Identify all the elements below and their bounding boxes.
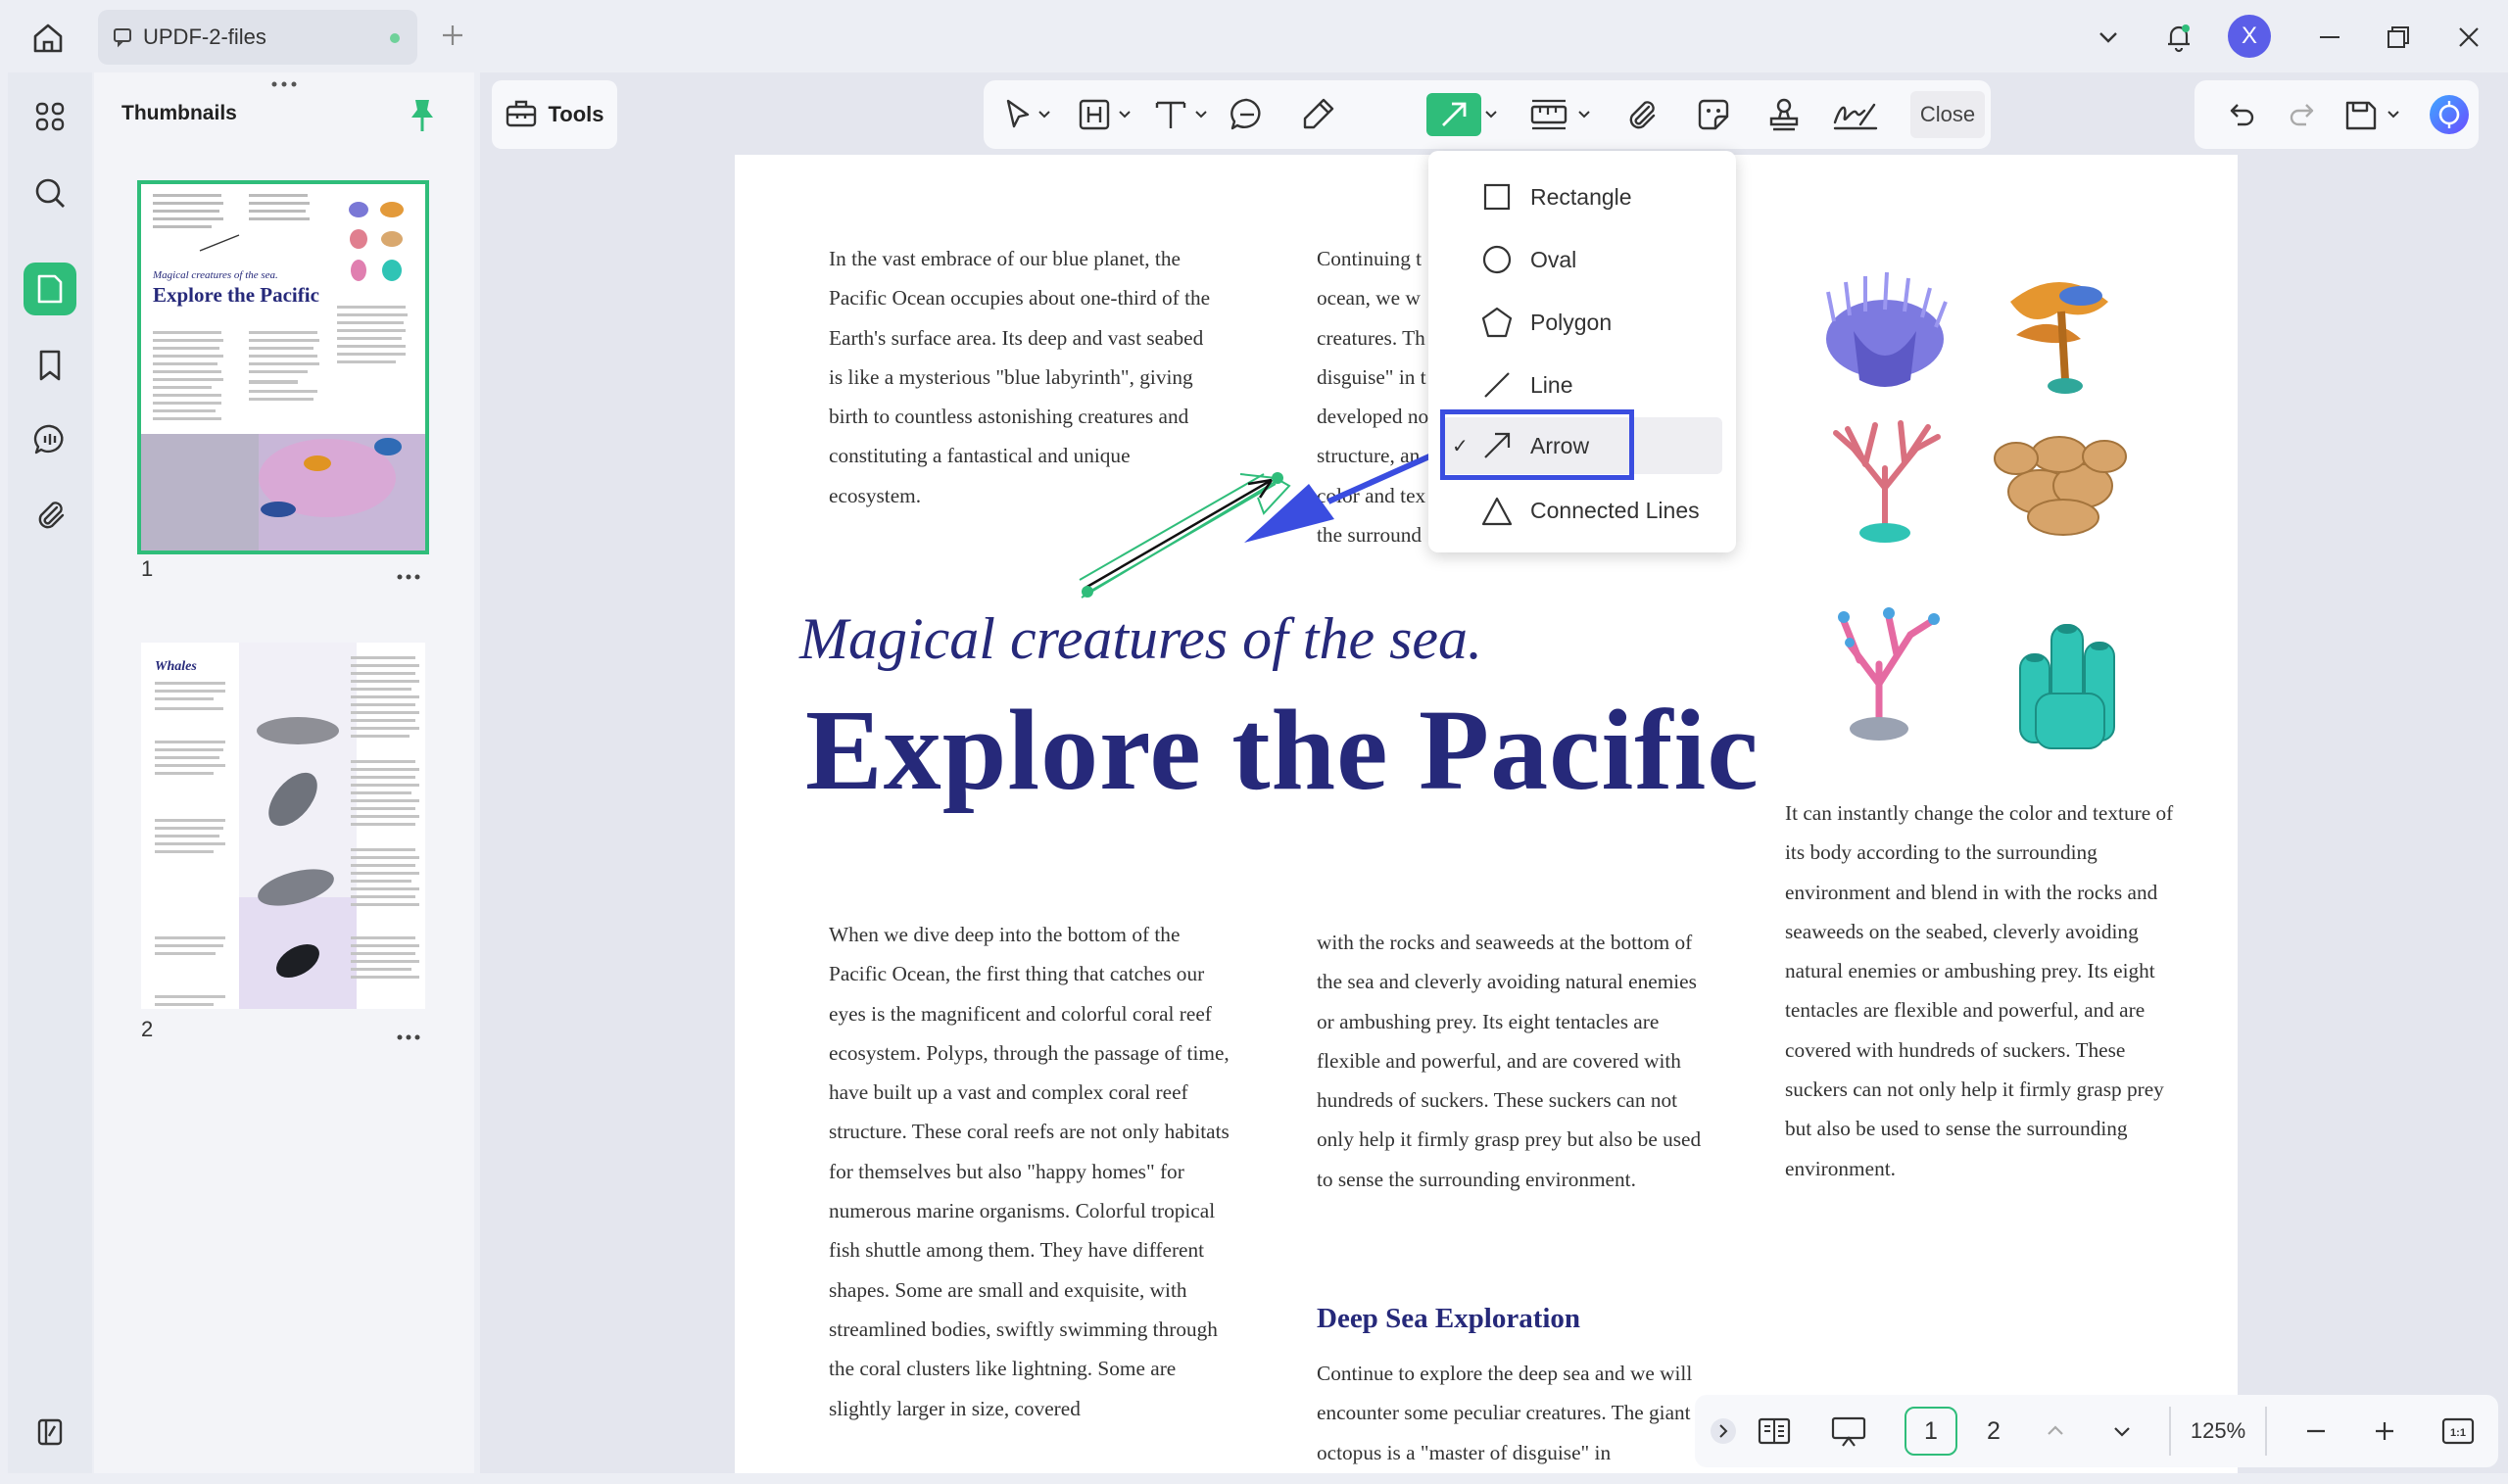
reading-mode-icon[interactable] xyxy=(1750,1407,1799,1456)
add-tab-icon[interactable] xyxy=(437,20,468,51)
thumbnail-heading: Whales xyxy=(155,659,197,674)
save-icon[interactable] xyxy=(2341,93,2414,136)
previous-page-icon[interactable] xyxy=(2036,1407,2075,1456)
layers-icon[interactable] xyxy=(24,1405,76,1458)
text-tool-icon[interactable] xyxy=(1150,93,1219,136)
menu-item-connected-lines[interactable]: Connected Lines xyxy=(1428,482,1736,539)
page-headline: Explore the Pacific xyxy=(805,686,1760,814)
selection-highlight-box xyxy=(1440,409,1634,480)
redo-icon[interactable] xyxy=(2281,93,2324,136)
unsaved-indicator xyxy=(390,33,400,43)
menu-item-label: Connected Lines xyxy=(1530,497,1700,523)
toolbox-icon xyxy=(505,97,538,133)
thumbnail-page-1-preview: Magical creatures of the sea. Explore th… xyxy=(141,194,425,551)
document-tab-icon xyxy=(112,26,133,48)
menu-item-oval[interactable]: Oval xyxy=(1428,231,1736,288)
body-paragraph-col3: It can instantly change the color and te… xyxy=(1785,801,2174,1180)
thumbnail-subtitle: Magical creatures of the sea. xyxy=(152,269,278,281)
highlighter-tool-icon[interactable] xyxy=(1295,93,1340,136)
ai-assistant-icon[interactable] xyxy=(2426,93,2473,136)
avatar[interactable]: X xyxy=(2228,15,2271,58)
oval-icon xyxy=(1479,242,1515,277)
body-paragraph-col1: When we dive deep into the bottom of the… xyxy=(829,923,1230,1420)
bookmark-icon[interactable] xyxy=(24,339,76,392)
comment-tool-icon[interactable] xyxy=(1225,93,1270,136)
shape-menu: Rectangle Oval Polygon Line ✓ Arrow Conn… xyxy=(1428,151,1736,552)
left-icon-rail xyxy=(8,72,92,1473)
thumbnail-page-1[interactable]: Magical creatures of the sea. Explore th… xyxy=(137,180,429,554)
presentation-icon[interactable] xyxy=(1822,1407,1875,1456)
menu-item-label: Polygon xyxy=(1530,309,1613,335)
annotation-toolbar: Close xyxy=(984,80,1991,149)
zoom-in-icon[interactable] xyxy=(2365,1407,2404,1456)
rectangle-icon xyxy=(1479,179,1515,215)
undo-icon[interactable] xyxy=(2220,93,2263,136)
attachment-icon[interactable] xyxy=(24,488,76,541)
panel-title: Thumbnails xyxy=(121,102,237,124)
menu-item-label: Line xyxy=(1530,371,1573,398)
line-icon xyxy=(1479,367,1515,403)
page-1-button[interactable]: 1 xyxy=(1905,1407,1957,1456)
sticker-tool-icon[interactable] xyxy=(1691,93,1736,136)
minimize-icon[interactable] xyxy=(2310,18,2349,57)
history-toolbar xyxy=(2194,80,2479,149)
panel-drag-handle[interactable] xyxy=(266,76,302,87)
expand-icon[interactable] xyxy=(1709,1407,1738,1456)
attach-tool-icon[interactable] xyxy=(1618,93,1664,136)
page-2-button[interactable]: 2 xyxy=(1967,1407,2020,1456)
document-tab-title: UPDF-2-files xyxy=(143,24,266,49)
shape-arrow-tool-icon[interactable] xyxy=(1426,93,1481,136)
actual-size-button[interactable]: 1:1 xyxy=(2436,1407,2481,1456)
menu-item-label: Rectangle xyxy=(1530,183,1632,210)
menu-item-polygon[interactable]: Polygon xyxy=(1428,294,1736,351)
zoom-out-icon[interactable] xyxy=(2296,1407,2336,1456)
close-window-icon[interactable] xyxy=(2449,18,2488,57)
shape-dropdown-chevron-icon[interactable] xyxy=(1481,93,1501,136)
select-tool-icon[interactable] xyxy=(997,93,1062,136)
actual-size-label: 1:1 xyxy=(2450,1427,2466,1439)
menu-item-label: Oval xyxy=(1530,246,1577,272)
document-tab[interactable]: UPDF-2-files xyxy=(98,10,417,65)
page-subtitle: Magical creatures of the sea. xyxy=(799,606,1483,671)
section-paragraph: Continue to explore the deep sea and we … xyxy=(1317,1362,1693,1464)
thumbnail-page-number: 2 xyxy=(141,1017,154,1041)
search-icon[interactable] xyxy=(24,167,76,219)
text-box-tool-icon[interactable] xyxy=(1074,93,1142,136)
thumbnail-page-2-preview: Whales xyxy=(155,643,425,1009)
signature-tool-icon[interactable] xyxy=(1830,93,1881,136)
thumbnail-page-2[interactable]: Whales xyxy=(141,643,425,1009)
thumbnails-icon[interactable] xyxy=(24,263,76,315)
next-page-icon[interactable] xyxy=(2102,1407,2142,1456)
grid-icon[interactable] xyxy=(24,90,76,143)
zoom-level[interactable]: 125% xyxy=(2169,1407,2267,1456)
chevron-down-icon[interactable] xyxy=(2089,18,2128,57)
measure-tool-icon[interactable] xyxy=(1526,93,1601,136)
thumbnail-page-number: 1 xyxy=(141,556,154,581)
body-paragraph-col2: with the rocks and seaweeds at the botto… xyxy=(1317,931,1702,1191)
title-bar: UPDF-2-files X xyxy=(0,0,2508,72)
close-tools-button[interactable]: Close xyxy=(1910,91,1985,138)
notification-bell-icon[interactable] xyxy=(2159,18,2198,57)
thumbnail-heading: Explore the Pacific xyxy=(153,283,319,307)
restore-icon[interactable] xyxy=(2379,18,2418,57)
more-options-icon[interactable] xyxy=(394,1030,423,1044)
thumbnails-panel: Thumbnails Magical creatures of the sea.… xyxy=(94,72,474,1473)
comments-icon[interactable] xyxy=(24,413,76,466)
stamp-tool-icon[interactable] xyxy=(1761,93,1807,136)
menu-item-rectangle[interactable]: Rectangle xyxy=(1428,168,1736,225)
pin-icon[interactable] xyxy=(406,96,439,133)
connected-lines-icon xyxy=(1479,493,1515,528)
tools-button[interactable]: Tools xyxy=(492,80,617,149)
tools-label: Tools xyxy=(548,102,604,126)
menu-item-line[interactable]: Line xyxy=(1428,357,1736,413)
polygon-icon xyxy=(1479,305,1515,340)
home-icon[interactable] xyxy=(27,18,69,59)
section-heading: Deep Sea Exploration xyxy=(1317,1303,1581,1334)
page-navigation-bar: 1 2 125% 1:1 xyxy=(1695,1395,2498,1467)
more-options-icon[interactable] xyxy=(394,570,423,584)
